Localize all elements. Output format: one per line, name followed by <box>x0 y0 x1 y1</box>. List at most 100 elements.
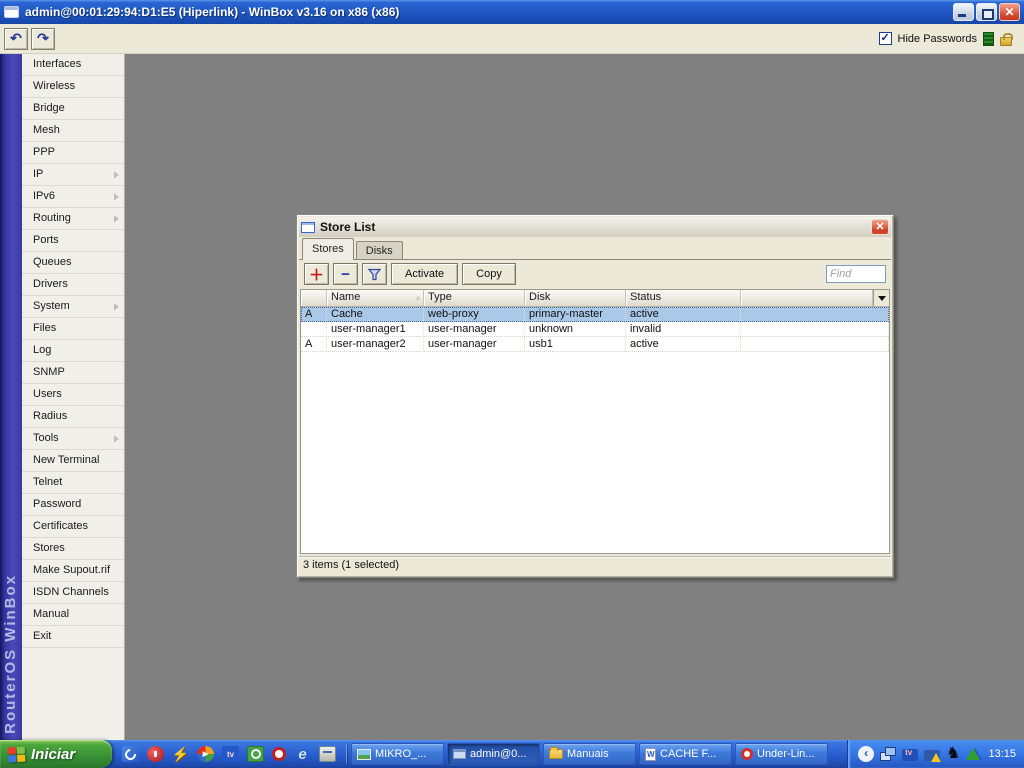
image-file-icon <box>357 748 371 760</box>
quick-launch-bar: ⚡ e <box>112 746 346 763</box>
sidebar-item-exit[interactable]: Exit <box>22 626 124 648</box>
column-chooser-dropdown[interactable] <box>873 290 889 306</box>
network-connections-icon[interactable] <box>880 747 897 761</box>
brand-text: RouterOS WinBox <box>2 574 19 734</box>
tab-disks[interactable]: Disks <box>355 241 403 260</box>
redo-button[interactable]: ↷ <box>31 27 55 50</box>
sidebar-item-manual[interactable]: Manual <box>22 604 124 626</box>
taskbar: Iniciar ⚡ e MIKRO_... admin@0... Manuais… <box>0 740 1024 768</box>
column-header-flag[interactable] <box>301 290 327 306</box>
brand-strip: RouterOS WinBox <box>0 54 22 740</box>
windows-media-player-icon[interactable] <box>197 746 214 762</box>
submenu-arrow-icon <box>114 303 119 311</box>
sidebar-item-wireless[interactable]: Wireless <box>22 76 124 98</box>
task-button-cache[interactable]: CACHE F... <box>639 743 732 765</box>
task-button-manuais[interactable]: Manuais <box>543 743 636 765</box>
column-header-disk[interactable]: Disk <box>525 290 626 306</box>
column-header-name[interactable]: Name ▵ <box>327 290 424 306</box>
word-document-icon <box>645 747 656 761</box>
sidebar-item-tools[interactable]: Tools <box>22 428 124 450</box>
triangle-logo-icon[interactable] <box>966 748 981 760</box>
sidebar-item-certificates[interactable]: Certificates <box>22 516 124 538</box>
sidebar-item-isdn-channels[interactable]: ISDN Channels <box>22 582 124 604</box>
sort-ascending-icon: ▵ <box>415 293 420 302</box>
start-button[interactable]: Iniciar <box>0 740 112 768</box>
submenu-arrow-icon <box>114 435 119 443</box>
submenu-arrow-icon <box>114 215 119 223</box>
store-list-title: Store List <box>320 220 376 234</box>
winbox-app-icon <box>4 6 19 18</box>
store-table: Name ▵ Type Disk Status A Cache web-proxy… <box>300 289 890 554</box>
column-header-type[interactable]: Type <box>424 290 525 306</box>
tv-app-icon[interactable] <box>222 746 239 762</box>
sidebar-item-stores[interactable]: Stores <box>22 538 124 560</box>
animal-silhouette-icon[interactable]: ♞ <box>946 746 960 762</box>
sidebar-item-radius[interactable]: Radius <box>22 406 124 428</box>
add-icon: ＋ <box>308 266 324 284</box>
desktop-search-icon[interactable] <box>247 746 264 762</box>
tab-stores[interactable]: Stores <box>302 238 354 260</box>
undo-button[interactable]: ↶ <box>4 27 28 50</box>
main-titlebar: admin@00:01:29:94:D1:E5 (Hiperlink) - Wi… <box>0 0 1024 24</box>
store-list-window: Store List ✕ Stores Disks ＋ − Activate C… <box>296 214 894 578</box>
winamp-lightning-icon[interactable]: ⚡ <box>172 746 189 762</box>
sidebar-item-log[interactable]: Log <box>22 340 124 362</box>
sidebar-item-system[interactable]: System <box>22 296 124 318</box>
window-title: admin@00:01:29:94:D1:E5 (Hiperlink) - Wi… <box>25 5 400 19</box>
sidebar-item-drivers[interactable]: Drivers <box>22 274 124 296</box>
table-row[interactable]: user-manager1 user-manager unknown inval… <box>301 322 889 337</box>
filter-button[interactable] <box>362 263 387 285</box>
sidebar-item-mesh[interactable]: Mesh <box>22 120 124 142</box>
padlock-icon <box>1000 32 1013 46</box>
sidebar-item-interfaces[interactable]: Interfaces <box>22 54 124 76</box>
opera-ring-icon[interactable] <box>272 747 286 761</box>
network-warning-icon[interactable] <box>924 749 942 762</box>
hide-passwords-checkbox[interactable] <box>878 31 892 45</box>
restore-button[interactable] <box>976 3 997 21</box>
sidebar-item-users[interactable]: Users <box>22 384 124 406</box>
undo-icon: ↶ <box>10 30 22 46</box>
column-header-spacer <box>741 290 873 306</box>
minimize-button[interactable] <box>953 3 974 21</box>
status-bar: 3 items (1 selected) <box>299 556 891 575</box>
store-list-titlebar[interactable]: Store List ✕ <box>299 217 891 237</box>
msn-swirl-icon[interactable] <box>122 746 139 762</box>
tv-tuner-icon[interactable] <box>902 748 919 761</box>
collapse-chevron-icon[interactable]: ‹ <box>858 746 875 762</box>
sidebar-item-bridge[interactable]: Bridge <box>22 98 124 120</box>
copy-button[interactable]: Copy <box>462 263 516 285</box>
remove-button[interactable]: − <box>333 263 358 285</box>
sidebar-item-make-supout[interactable]: Make Supout.rif <box>22 560 124 582</box>
task-button-mikro[interactable]: MIKRO_... <box>351 743 444 765</box>
sidebar-item-files[interactable]: Files <box>22 318 124 340</box>
windows-flag-icon <box>7 746 26 762</box>
table-row[interactable]: A user-manager2 user-manager usb1 active <box>301 337 889 352</box>
activate-button[interactable]: Activate <box>391 263 459 285</box>
add-button[interactable]: ＋ <box>304 263 329 285</box>
sidebar-item-ip[interactable]: IP <box>22 164 124 186</box>
store-list-toolbar: ＋ − Activate Copy <box>299 260 891 288</box>
sidebar-menu: Interfaces Wireless Bridge Mesh PPP IP I… <box>22 54 125 740</box>
column-header-status[interactable]: Status <box>626 290 741 306</box>
sidebar-item-routing[interactable]: Routing <box>22 208 124 230</box>
task-button-winbox[interactable]: admin@0... <box>447 743 540 765</box>
start-button-label: Iniciar <box>31 745 76 763</box>
winbox-window-icon <box>453 749 466 759</box>
sidebar-item-telnet[interactable]: Telnet <box>22 472 124 494</box>
sidebar-item-ipv6[interactable]: IPv6 <box>22 186 124 208</box>
sidebar-item-password[interactable]: Password <box>22 494 124 516</box>
table-row[interactable]: A Cache web-proxy primary-master active <box>301 307 889 322</box>
sidebar-item-ports[interactable]: Ports <box>22 230 124 252</box>
show-desktop-icon[interactable] <box>319 746 336 762</box>
sidebar-item-queues[interactable]: Queues <box>22 252 124 274</box>
sidebar-item-ppp[interactable]: PPP <box>22 142 124 164</box>
main-toolbar: ↶ ↷ Hide Passwords <box>0 24 1024 54</box>
sidebar-item-new-terminal[interactable]: New Terminal <box>22 450 124 472</box>
find-input[interactable] <box>826 265 886 283</box>
close-button[interactable] <box>999 3 1020 21</box>
sidebar-item-snmp[interactable]: SNMP <box>22 362 124 384</box>
store-list-close-button[interactable]: ✕ <box>871 219 889 235</box>
internet-explorer-icon[interactable]: e <box>294 746 311 763</box>
media-player-red-icon[interactable] <box>147 746 164 762</box>
task-button-underlin[interactable]: Under-Lin... <box>735 743 828 765</box>
